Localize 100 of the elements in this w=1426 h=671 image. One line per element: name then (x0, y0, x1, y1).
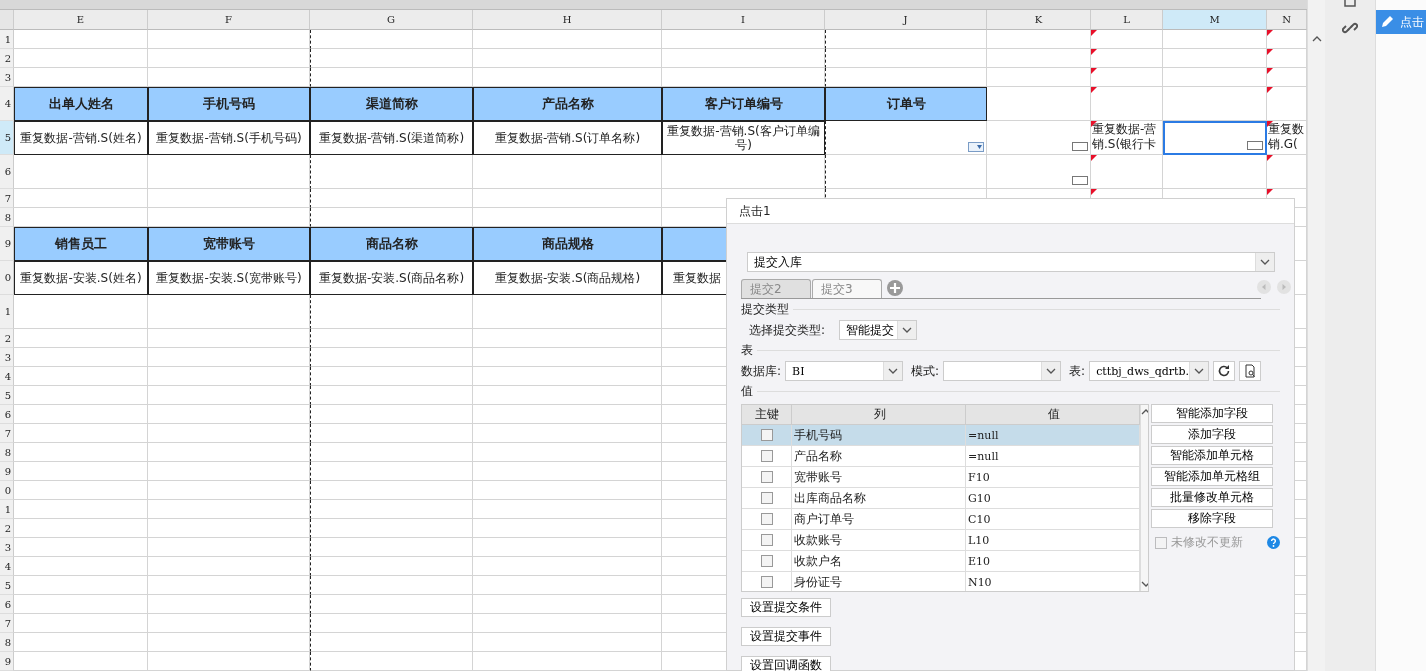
header-cell[interactable]: 渠道简称 (310, 87, 473, 121)
header-cell[interactable]: 销售员工 (14, 227, 148, 261)
sheet-cell[interactable] (148, 49, 310, 68)
sheet-cell[interactable] (310, 424, 473, 443)
sheet-cell[interactable] (310, 595, 473, 614)
row-header[interactable]: 7 (0, 189, 14, 208)
row-header[interactable]: 9 (0, 227, 14, 261)
row-header[interactable]: 3 (0, 538, 14, 557)
table-row[interactable]: 手机号码 =null (742, 425, 1140, 446)
sheet-cell[interactable] (987, 30, 1091, 49)
table-select[interactable]: cttbj_dws_qdrtb. (1089, 361, 1210, 381)
header-cell[interactable]: 商品名称 (310, 227, 473, 261)
sheet-cell[interactable] (148, 462, 310, 481)
table-action-button[interactable]: 添加字段 (1151, 425, 1273, 444)
row-header[interactable]: 9 (0, 652, 14, 671)
previous-icon[interactable] (1257, 280, 1271, 294)
sheet-cell[interactable] (473, 443, 662, 462)
sheet-cell[interactable] (1163, 155, 1267, 189)
sheet-cell[interactable] (825, 121, 987, 155)
sheet-cell[interactable] (14, 595, 148, 614)
sheet-cell[interactable] (14, 367, 148, 386)
submit-type-select[interactable]: 智能提交 (839, 320, 918, 340)
sheet-cell[interactable] (310, 295, 473, 329)
primary-key-checkbox[interactable] (760, 555, 773, 567)
header-cell[interactable]: 订单号 (825, 87, 987, 121)
primary-key-checkbox[interactable] (760, 450, 773, 462)
action-select[interactable]: 提交入库 (747, 252, 1275, 272)
row-header[interactable]: 5 (0, 121, 14, 155)
table-action-button[interactable]: 智能添加单元格组 (1151, 467, 1273, 486)
table-row[interactable]: 产品名称 =null (742, 446, 1140, 467)
sheet-cell[interactable] (825, 30, 987, 49)
primary-key-checkbox[interactable] (760, 576, 773, 588)
sheet-cell[interactable] (14, 329, 148, 348)
sheet-cell[interactable] (1091, 30, 1163, 49)
row-header[interactable]: 2 (0, 519, 14, 538)
sheet-cell[interactable] (473, 49, 662, 68)
column-header[interactable]: F (148, 10, 310, 30)
sheet-cell[interactable] (310, 367, 473, 386)
primary-key-checkbox[interactable] (760, 429, 773, 441)
sheet-cell[interactable] (473, 652, 662, 671)
help-icon[interactable] (1267, 536, 1280, 549)
row-header[interactable]: 1 (0, 30, 14, 49)
sheet-cell[interactable] (473, 424, 662, 443)
header-cell[interactable]: 商品规格 (473, 227, 662, 261)
sheet-cell[interactable] (1091, 49, 1163, 68)
sheet-cell[interactable] (14, 481, 148, 500)
column-header[interactable]: G (310, 10, 473, 30)
sheet-cell[interactable] (148, 481, 310, 500)
sheet-cell[interactable] (14, 576, 148, 595)
sheet-cell[interactable] (310, 576, 473, 595)
row-header[interactable]: 5 (0, 576, 14, 595)
sheet-cell[interactable] (987, 68, 1091, 87)
sheet-cell[interactable] (473, 614, 662, 633)
row-header[interactable]: 7 (0, 614, 14, 633)
sheet-cell[interactable] (310, 557, 473, 576)
row-header[interactable]: 1 (0, 295, 14, 329)
row-header[interactable]: 2 (0, 49, 14, 68)
row-header[interactable]: 1 (0, 500, 14, 519)
select-all-corner[interactable] (0, 10, 14, 30)
header-cell[interactable]: 宽带账号 (148, 227, 310, 261)
data-cell[interactable]: 重复数据-营销.S(姓名) (14, 121, 148, 155)
sheet-cell[interactable] (825, 155, 987, 189)
table-row[interactable]: 收款户名 E10 (742, 551, 1140, 572)
primary-key-checkbox[interactable] (760, 513, 773, 525)
sheet-cell[interactable] (310, 443, 473, 462)
schema-select[interactable] (943, 361, 1062, 381)
scrollbar[interactable] (0, 0, 1307, 10)
sheet-cell[interactable] (14, 155, 148, 189)
row-header[interactable]: 8 (0, 443, 14, 462)
data-cell[interactable]: 重复数据-安装.S(姓名) (14, 261, 148, 295)
table-action-button[interactable]: 批量修改单元格 (1151, 488, 1273, 507)
sheet-cell[interactable] (14, 614, 148, 633)
data-cell[interactable]: 重复数据-营销.S(订单名称) (473, 121, 662, 155)
sheet-cell[interactable] (14, 405, 148, 424)
sheet-cell[interactable] (14, 443, 148, 462)
sheet-cell[interactable] (14, 538, 148, 557)
sheet-cell[interactable] (1091, 68, 1163, 87)
sheet-cell[interactable] (148, 633, 310, 652)
sheet-cell[interactable] (148, 155, 310, 189)
sheet-cell[interactable] (473, 386, 662, 405)
header-cell[interactable]: 客户订单编号 (662, 87, 825, 121)
chevron-up-icon[interactable] (1141, 409, 1148, 415)
settings-button[interactable]: 设置回调函数 (741, 656, 831, 671)
sheet-cell[interactable] (473, 295, 662, 329)
data-cell[interactable]: 重复数据-安装.S(宽带账号) (148, 261, 310, 295)
sheet-cell[interactable] (14, 500, 148, 519)
sheet-cell[interactable] (148, 405, 310, 424)
settings-button[interactable]: 设置提交事件 (741, 627, 831, 646)
column-header[interactable]: L (1091, 10, 1163, 30)
sheet-cell[interactable] (148, 386, 310, 405)
sheet-cell[interactable] (310, 500, 473, 519)
sheet-cell[interactable] (825, 49, 987, 68)
data-cell[interactable]: 重复数据-营销.S(渠道简称) (310, 121, 473, 155)
sheet-cell[interactable] (310, 49, 473, 68)
database-select[interactable]: BI (785, 361, 904, 381)
sheet-cell[interactable] (148, 614, 310, 633)
sheet-cell[interactable] (148, 348, 310, 367)
sheet-cell[interactable] (473, 155, 662, 189)
primary-key-checkbox[interactable] (760, 492, 773, 504)
sheet-cell[interactable] (310, 538, 473, 557)
